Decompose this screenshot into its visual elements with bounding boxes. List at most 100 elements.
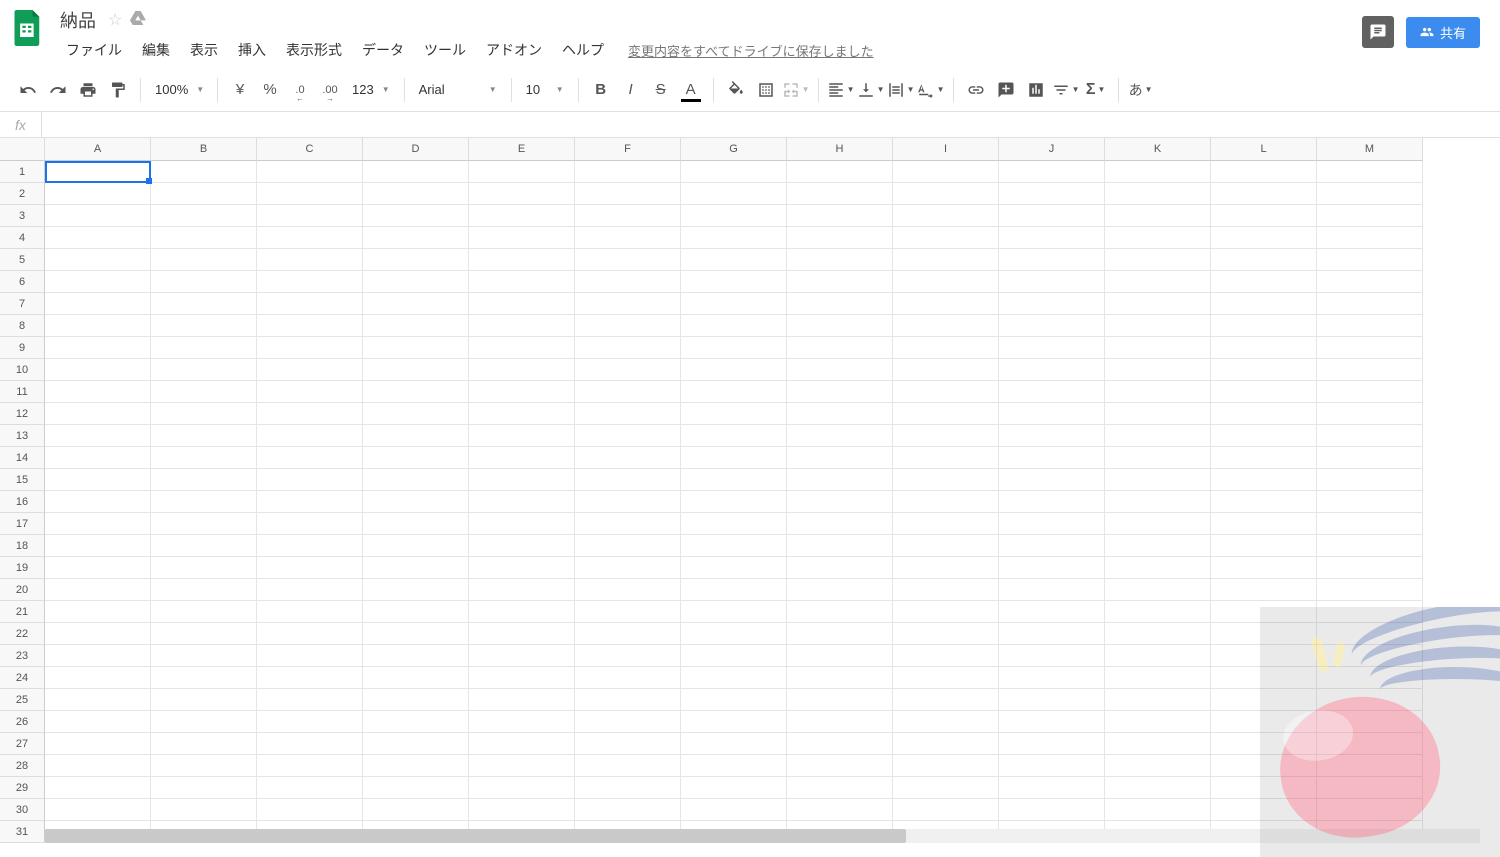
cell[interactable] bbox=[787, 205, 893, 227]
cell[interactable] bbox=[681, 777, 787, 799]
cell[interactable] bbox=[1211, 403, 1317, 425]
cell[interactable] bbox=[1211, 799, 1317, 821]
cell[interactable] bbox=[787, 271, 893, 293]
cell[interactable] bbox=[575, 711, 681, 733]
cell[interactable] bbox=[787, 689, 893, 711]
share-button[interactable]: 共有 bbox=[1406, 17, 1480, 48]
cell[interactable] bbox=[151, 469, 257, 491]
column-header[interactable]: C bbox=[257, 138, 363, 161]
cell[interactable] bbox=[257, 755, 363, 777]
cell[interactable] bbox=[1105, 403, 1211, 425]
cell[interactable] bbox=[257, 227, 363, 249]
cell[interactable] bbox=[999, 733, 1105, 755]
cell[interactable] bbox=[787, 315, 893, 337]
cell[interactable] bbox=[151, 359, 257, 381]
column-header[interactable]: D bbox=[363, 138, 469, 161]
cell[interactable] bbox=[681, 161, 787, 183]
menu-help[interactable]: ヘルプ bbox=[552, 36, 614, 64]
cell[interactable] bbox=[893, 557, 999, 579]
save-status[interactable]: 変更内容をすべてドライブに保存しました bbox=[628, 41, 874, 60]
cell[interactable] bbox=[1317, 293, 1423, 315]
cell[interactable] bbox=[257, 733, 363, 755]
cell[interactable] bbox=[469, 337, 575, 359]
row-header[interactable]: 14 bbox=[0, 447, 45, 469]
cell[interactable] bbox=[469, 689, 575, 711]
cell[interactable] bbox=[1105, 425, 1211, 447]
more-formats-select[interactable]: 123▼ bbox=[346, 76, 396, 104]
cell[interactable] bbox=[151, 623, 257, 645]
cell[interactable] bbox=[787, 249, 893, 271]
cell[interactable] bbox=[999, 777, 1105, 799]
cell[interactable] bbox=[999, 161, 1105, 183]
cell[interactable] bbox=[363, 293, 469, 315]
cell[interactable] bbox=[363, 645, 469, 667]
cell[interactable] bbox=[575, 491, 681, 513]
cell[interactable] bbox=[363, 579, 469, 601]
cell[interactable] bbox=[257, 447, 363, 469]
cell[interactable] bbox=[469, 359, 575, 381]
cell[interactable] bbox=[1211, 601, 1317, 623]
cell[interactable] bbox=[893, 755, 999, 777]
cell[interactable] bbox=[151, 491, 257, 513]
cell[interactable] bbox=[681, 579, 787, 601]
cell[interactable] bbox=[469, 557, 575, 579]
font-size-select[interactable]: 10▼ bbox=[520, 76, 570, 104]
cell[interactable] bbox=[575, 645, 681, 667]
cell[interactable] bbox=[1211, 205, 1317, 227]
cell[interactable] bbox=[681, 601, 787, 623]
text-wrap-button[interactable]: ▼ bbox=[887, 76, 915, 104]
row-header[interactable]: 25 bbox=[0, 689, 45, 711]
cell[interactable] bbox=[469, 205, 575, 227]
cell[interactable] bbox=[257, 293, 363, 315]
functions-button[interactable]: Σ▼ bbox=[1082, 76, 1110, 104]
cell[interactable] bbox=[45, 491, 151, 513]
cell[interactable] bbox=[1105, 249, 1211, 271]
cell[interactable] bbox=[363, 315, 469, 337]
cell[interactable] bbox=[999, 447, 1105, 469]
row-header[interactable]: 6 bbox=[0, 271, 45, 293]
cell[interactable] bbox=[681, 535, 787, 557]
cell[interactable] bbox=[1105, 183, 1211, 205]
insert-link-button[interactable] bbox=[962, 76, 990, 104]
cell[interactable] bbox=[787, 227, 893, 249]
cell[interactable] bbox=[681, 249, 787, 271]
cell[interactable] bbox=[1211, 337, 1317, 359]
cell[interactable] bbox=[999, 535, 1105, 557]
cell[interactable] bbox=[469, 601, 575, 623]
cell[interactable] bbox=[1211, 667, 1317, 689]
cell[interactable] bbox=[681, 711, 787, 733]
cell[interactable] bbox=[45, 249, 151, 271]
cell[interactable] bbox=[787, 183, 893, 205]
cell[interactable] bbox=[787, 733, 893, 755]
doc-title[interactable]: 納品 bbox=[56, 5, 100, 35]
cell[interactable] bbox=[1105, 535, 1211, 557]
cell[interactable] bbox=[1211, 711, 1317, 733]
cell[interactable] bbox=[681, 205, 787, 227]
row-header[interactable]: 11 bbox=[0, 381, 45, 403]
cell[interactable] bbox=[999, 249, 1105, 271]
row-header[interactable]: 13 bbox=[0, 425, 45, 447]
cell[interactable] bbox=[257, 469, 363, 491]
cell[interactable] bbox=[681, 469, 787, 491]
cell[interactable] bbox=[575, 579, 681, 601]
cell[interactable] bbox=[787, 425, 893, 447]
cell[interactable] bbox=[151, 249, 257, 271]
cell[interactable] bbox=[363, 711, 469, 733]
v-align-button[interactable]: ▼ bbox=[857, 76, 885, 104]
row-header[interactable]: 5 bbox=[0, 249, 45, 271]
cell[interactable] bbox=[575, 469, 681, 491]
cell[interactable] bbox=[1211, 161, 1317, 183]
menu-format[interactable]: 表示形式 bbox=[276, 36, 352, 64]
cell[interactable] bbox=[1317, 755, 1423, 777]
row-header[interactable]: 12 bbox=[0, 403, 45, 425]
cell[interactable] bbox=[999, 359, 1105, 381]
cell[interactable] bbox=[893, 337, 999, 359]
insert-chart-button[interactable] bbox=[1022, 76, 1050, 104]
sheets-logo[interactable] bbox=[8, 8, 48, 48]
cell[interactable] bbox=[45, 623, 151, 645]
cell[interactable] bbox=[257, 271, 363, 293]
row-header[interactable]: 3 bbox=[0, 205, 45, 227]
cell[interactable] bbox=[45, 711, 151, 733]
cell[interactable] bbox=[45, 799, 151, 821]
cell[interactable] bbox=[893, 689, 999, 711]
